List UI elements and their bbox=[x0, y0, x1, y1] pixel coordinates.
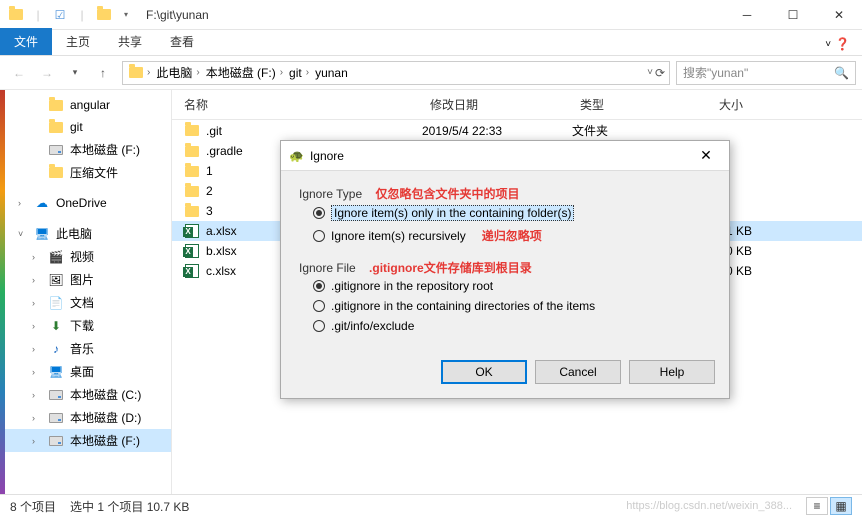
file-row[interactable]: .git2019/5/4 22:33文件夹 bbox=[172, 120, 862, 141]
col-size[interactable]: 大小 bbox=[672, 94, 752, 115]
radio-icon bbox=[313, 230, 325, 242]
address-dropdown-icon[interactable]: ˅ bbox=[647, 67, 653, 78]
nav-tree: angular git 本地磁盘 (F:) 压缩文件 ›☁OneDrive ˅🖥… bbox=[0, 90, 172, 494]
radio-containing[interactable]: Ignore item(s) only in the containing fo… bbox=[299, 202, 711, 224]
tree-pictures[interactable]: ›🖼图片 bbox=[0, 268, 171, 291]
radio-icon bbox=[313, 300, 325, 312]
excel-icon bbox=[185, 244, 199, 258]
search-input[interactable]: 搜索"yunan" 🔍 bbox=[676, 61, 856, 85]
excel-icon bbox=[185, 264, 199, 278]
crumb-drive[interactable]: 本地磁盘 (F:) bbox=[206, 64, 276, 81]
back-button[interactable]: ← bbox=[6, 60, 32, 86]
annotation-3: .gitignore文件存储库到根目录 bbox=[369, 261, 532, 275]
tree-git[interactable]: git bbox=[0, 116, 171, 138]
annotation-2: 递归忽略项 bbox=[482, 227, 542, 244]
annotation-1: 仅忽略包含文件夹中的项目 bbox=[376, 187, 520, 201]
qat-check-icon[interactable]: ☑ bbox=[52, 7, 68, 23]
status-count: 8 个项目 bbox=[10, 498, 56, 515]
tree-this-pc[interactable]: ˅🖥此电脑 bbox=[0, 222, 171, 245]
radio-icon bbox=[313, 207, 325, 219]
address-bar[interactable]: › 此电脑› 本地磁盘 (F:)› git› yunan ˅⟳ bbox=[122, 61, 670, 85]
tree-angular[interactable]: angular bbox=[0, 94, 171, 116]
tree-onedrive[interactable]: ›☁OneDrive bbox=[0, 192, 171, 214]
status-selected: 选中 1 个项目 10.7 KB bbox=[70, 498, 189, 515]
col-name[interactable]: 名称 bbox=[172, 94, 422, 115]
refresh-icon[interactable]: ⟳ bbox=[655, 66, 665, 80]
cancel-button[interactable]: Cancel bbox=[535, 360, 621, 384]
tree-drive-d[interactable]: ›本地磁盘 (D:) bbox=[0, 406, 171, 429]
ignore-type-label: Ignore Type bbox=[299, 187, 362, 201]
radio-icon bbox=[313, 320, 325, 332]
tree-videos[interactable]: ›🎬视频 bbox=[0, 245, 171, 268]
ok-button[interactable]: OK bbox=[441, 360, 527, 384]
tab-home[interactable]: 主页 bbox=[52, 28, 104, 55]
maximize-button[interactable]: ☐ bbox=[770, 0, 816, 30]
ignore-file-label: Ignore File bbox=[299, 261, 356, 275]
minimize-button[interactable]: ─ bbox=[724, 0, 770, 30]
ignore-dialog: 🐢 Ignore ✕ Ignore Type 仅忽略包含文件夹中的项目 Igno… bbox=[280, 140, 730, 399]
qat-divider: | bbox=[74, 7, 90, 23]
excel-icon bbox=[185, 224, 199, 238]
tab-file[interactable]: 文件 bbox=[0, 28, 52, 55]
tree-documents[interactable]: ›📄文档 bbox=[0, 291, 171, 314]
col-date[interactable]: 修改日期 bbox=[422, 94, 572, 115]
radio-recursive[interactable]: Ignore item(s) recursively 递归忽略项 bbox=[299, 224, 711, 247]
crumb-this-pc[interactable]: 此电脑 bbox=[156, 64, 192, 81]
tree-music[interactable]: ›♪音乐 bbox=[0, 337, 171, 360]
help-button[interactable]: Help bbox=[629, 360, 715, 384]
statusbar: 8 个项目 选中 1 个项目 10.7 KB https://blog.csdn… bbox=[0, 494, 862, 517]
forward-button[interactable]: → bbox=[34, 60, 60, 86]
recent-dropdown[interactable]: ▾ bbox=[62, 60, 88, 86]
qat-dropdown-icon[interactable]: ▾ bbox=[118, 7, 134, 23]
qat-folder-icon[interactable] bbox=[96, 7, 112, 23]
tab-view[interactable]: 查看 bbox=[156, 28, 208, 55]
tab-share[interactable]: 共享 bbox=[104, 28, 156, 55]
tortoise-icon: 🐢 bbox=[289, 149, 304, 163]
ribbon-expand-button[interactable]: ˅❓ bbox=[813, 33, 862, 55]
navbar: ← → ▾ ↑ › 此电脑› 本地磁盘 (F:)› git› yunan ˅⟳ … bbox=[0, 56, 862, 90]
radio-exclude[interactable]: .git/info/exclude bbox=[299, 316, 711, 336]
titlebar: | ☑ | ▾ F:\git\yunan ─ ☐ ✕ bbox=[0, 0, 862, 30]
dialog-title: Ignore bbox=[310, 149, 344, 163]
dialog-close-button[interactable]: ✕ bbox=[691, 147, 721, 164]
tree-downloads[interactable]: ›⬇下载 bbox=[0, 314, 171, 337]
tree-desktop[interactable]: ›🖥桌面 bbox=[0, 360, 171, 383]
col-type[interactable]: 类型 bbox=[572, 94, 672, 115]
tree-drive-f-selected[interactable]: ›本地磁盘 (F:) bbox=[0, 429, 171, 452]
qat-divider: | bbox=[30, 7, 46, 23]
tree-drive-f[interactable]: 本地磁盘 (F:) bbox=[0, 138, 171, 161]
view-details-button[interactable]: ≡ bbox=[806, 497, 828, 515]
radio-dirs[interactable]: .gitignore in the containing directories… bbox=[299, 296, 711, 316]
view-icons-button[interactable]: ▦ bbox=[830, 497, 852, 515]
radio-icon bbox=[313, 280, 325, 292]
up-button[interactable]: ↑ bbox=[90, 60, 116, 86]
column-headers: 名称 修改日期 类型 大小 bbox=[172, 90, 862, 120]
ribbon: 文件 主页 共享 查看 ˅❓ bbox=[0, 30, 862, 56]
folder-icon bbox=[129, 67, 143, 78]
radio-root[interactable]: .gitignore in the repository root bbox=[299, 276, 711, 296]
close-button[interactable]: ✕ bbox=[816, 0, 862, 30]
watermark: https://blog.csdn.net/weixin_388... bbox=[626, 500, 792, 512]
crumb-yunan[interactable]: yunan bbox=[315, 66, 348, 80]
search-icon[interactable]: 🔍 bbox=[834, 66, 849, 80]
folder-app-icon bbox=[8, 7, 24, 23]
tree-compressed[interactable]: 压缩文件 bbox=[0, 161, 171, 184]
crumb-git[interactable]: git bbox=[289, 66, 302, 80]
tree-drive-c[interactable]: ›本地磁盘 (C:) bbox=[0, 383, 171, 406]
window-title: F:\git\yunan bbox=[146, 8, 209, 22]
search-placeholder: 搜索"yunan" bbox=[683, 64, 748, 81]
